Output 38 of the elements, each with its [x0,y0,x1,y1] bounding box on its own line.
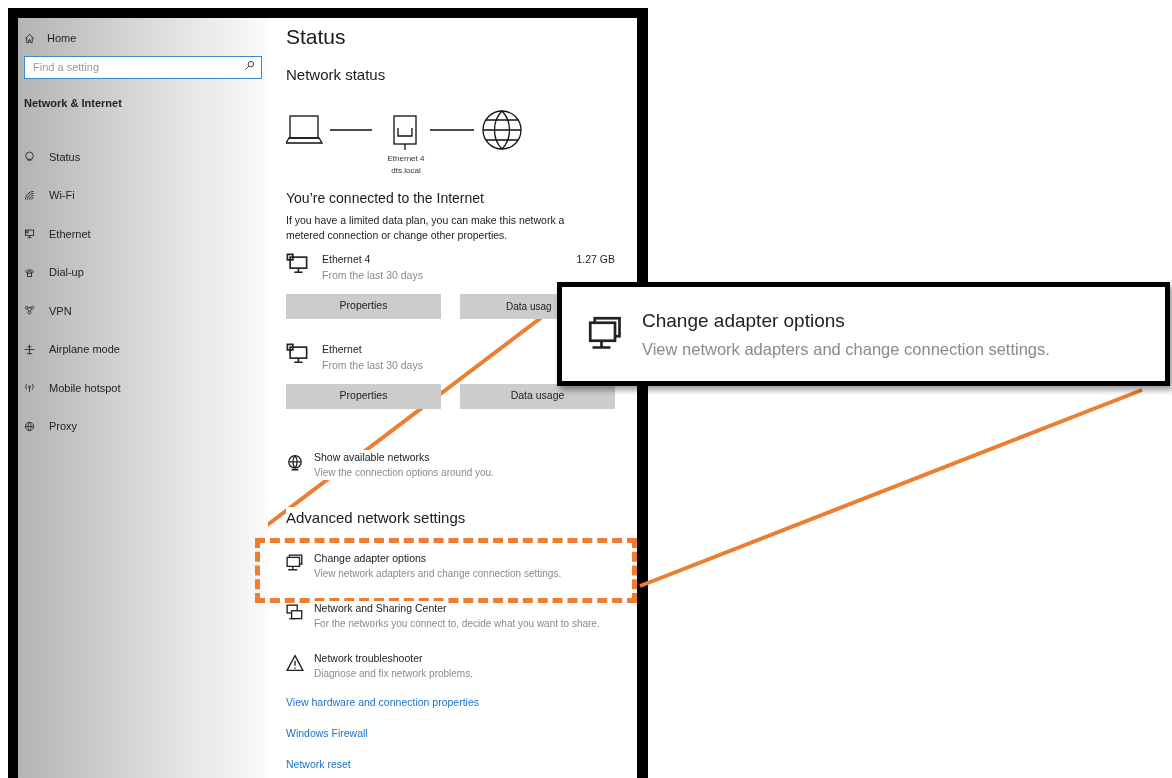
network-adapter-icon [588,316,624,352]
callout-title: Change adapter options [642,309,845,333]
section-title: Network & Internet [24,96,122,111]
sidebar-item[interactable]: Mobile hotspot [24,368,121,407]
globe-icon [24,420,35,432]
callout-subtitle: View network adapters and change connection settings. [642,339,1050,360]
section-heading: Advanced network settings [286,506,466,529]
sidebar-item[interactable]: VPN [24,291,72,330]
hotspot-icon [24,382,35,394]
sidebar-item[interactable]: Proxy [24,407,78,446]
domain-label: dts.local [391,164,421,177]
network-sharing-icon [286,604,304,622]
monitor-icon [24,228,35,240]
link-subtitle: Diagnose and fix network problems. [314,666,473,682]
action-button[interactable]: Data usag [460,293,557,319]
home-icon [24,32,35,44]
action-button[interactable]: Properties [286,383,441,409]
warning-icon [286,654,304,672]
monitor-icon [286,252,308,275]
sidebar-item[interactable]: Wi-Fi [24,176,75,215]
action-button[interactable]: Properties [286,293,441,319]
link-title[interactable]: Network and Sharing Center [314,601,447,616]
sidebar-item[interactable]: Status [24,137,81,176]
phone-icon [24,266,35,278]
monitor-icon [286,342,308,365]
sidebar-item[interactable]: Airplane mode [24,330,120,369]
sidebar-item[interactable]: Dial-up [24,253,84,292]
home-link[interactable]: Home [24,28,77,48]
link-subtitle: View network adapters and change connection settings. [314,566,562,582]
wifi-icon [24,189,35,201]
search-icon [244,60,255,71]
adapter-label: Ethernet 4 [387,152,425,165]
sidebar-item[interactable]: Ethernet [24,214,91,253]
vpn-icon [24,305,35,317]
link-title[interactable]: Change adapter options [314,551,427,566]
search-field[interactable]: Find a setting [24,55,262,79]
link-subtitle: For the networks you connect to, decide what you want to share. [314,616,600,632]
network-adapter-icon [286,554,304,572]
